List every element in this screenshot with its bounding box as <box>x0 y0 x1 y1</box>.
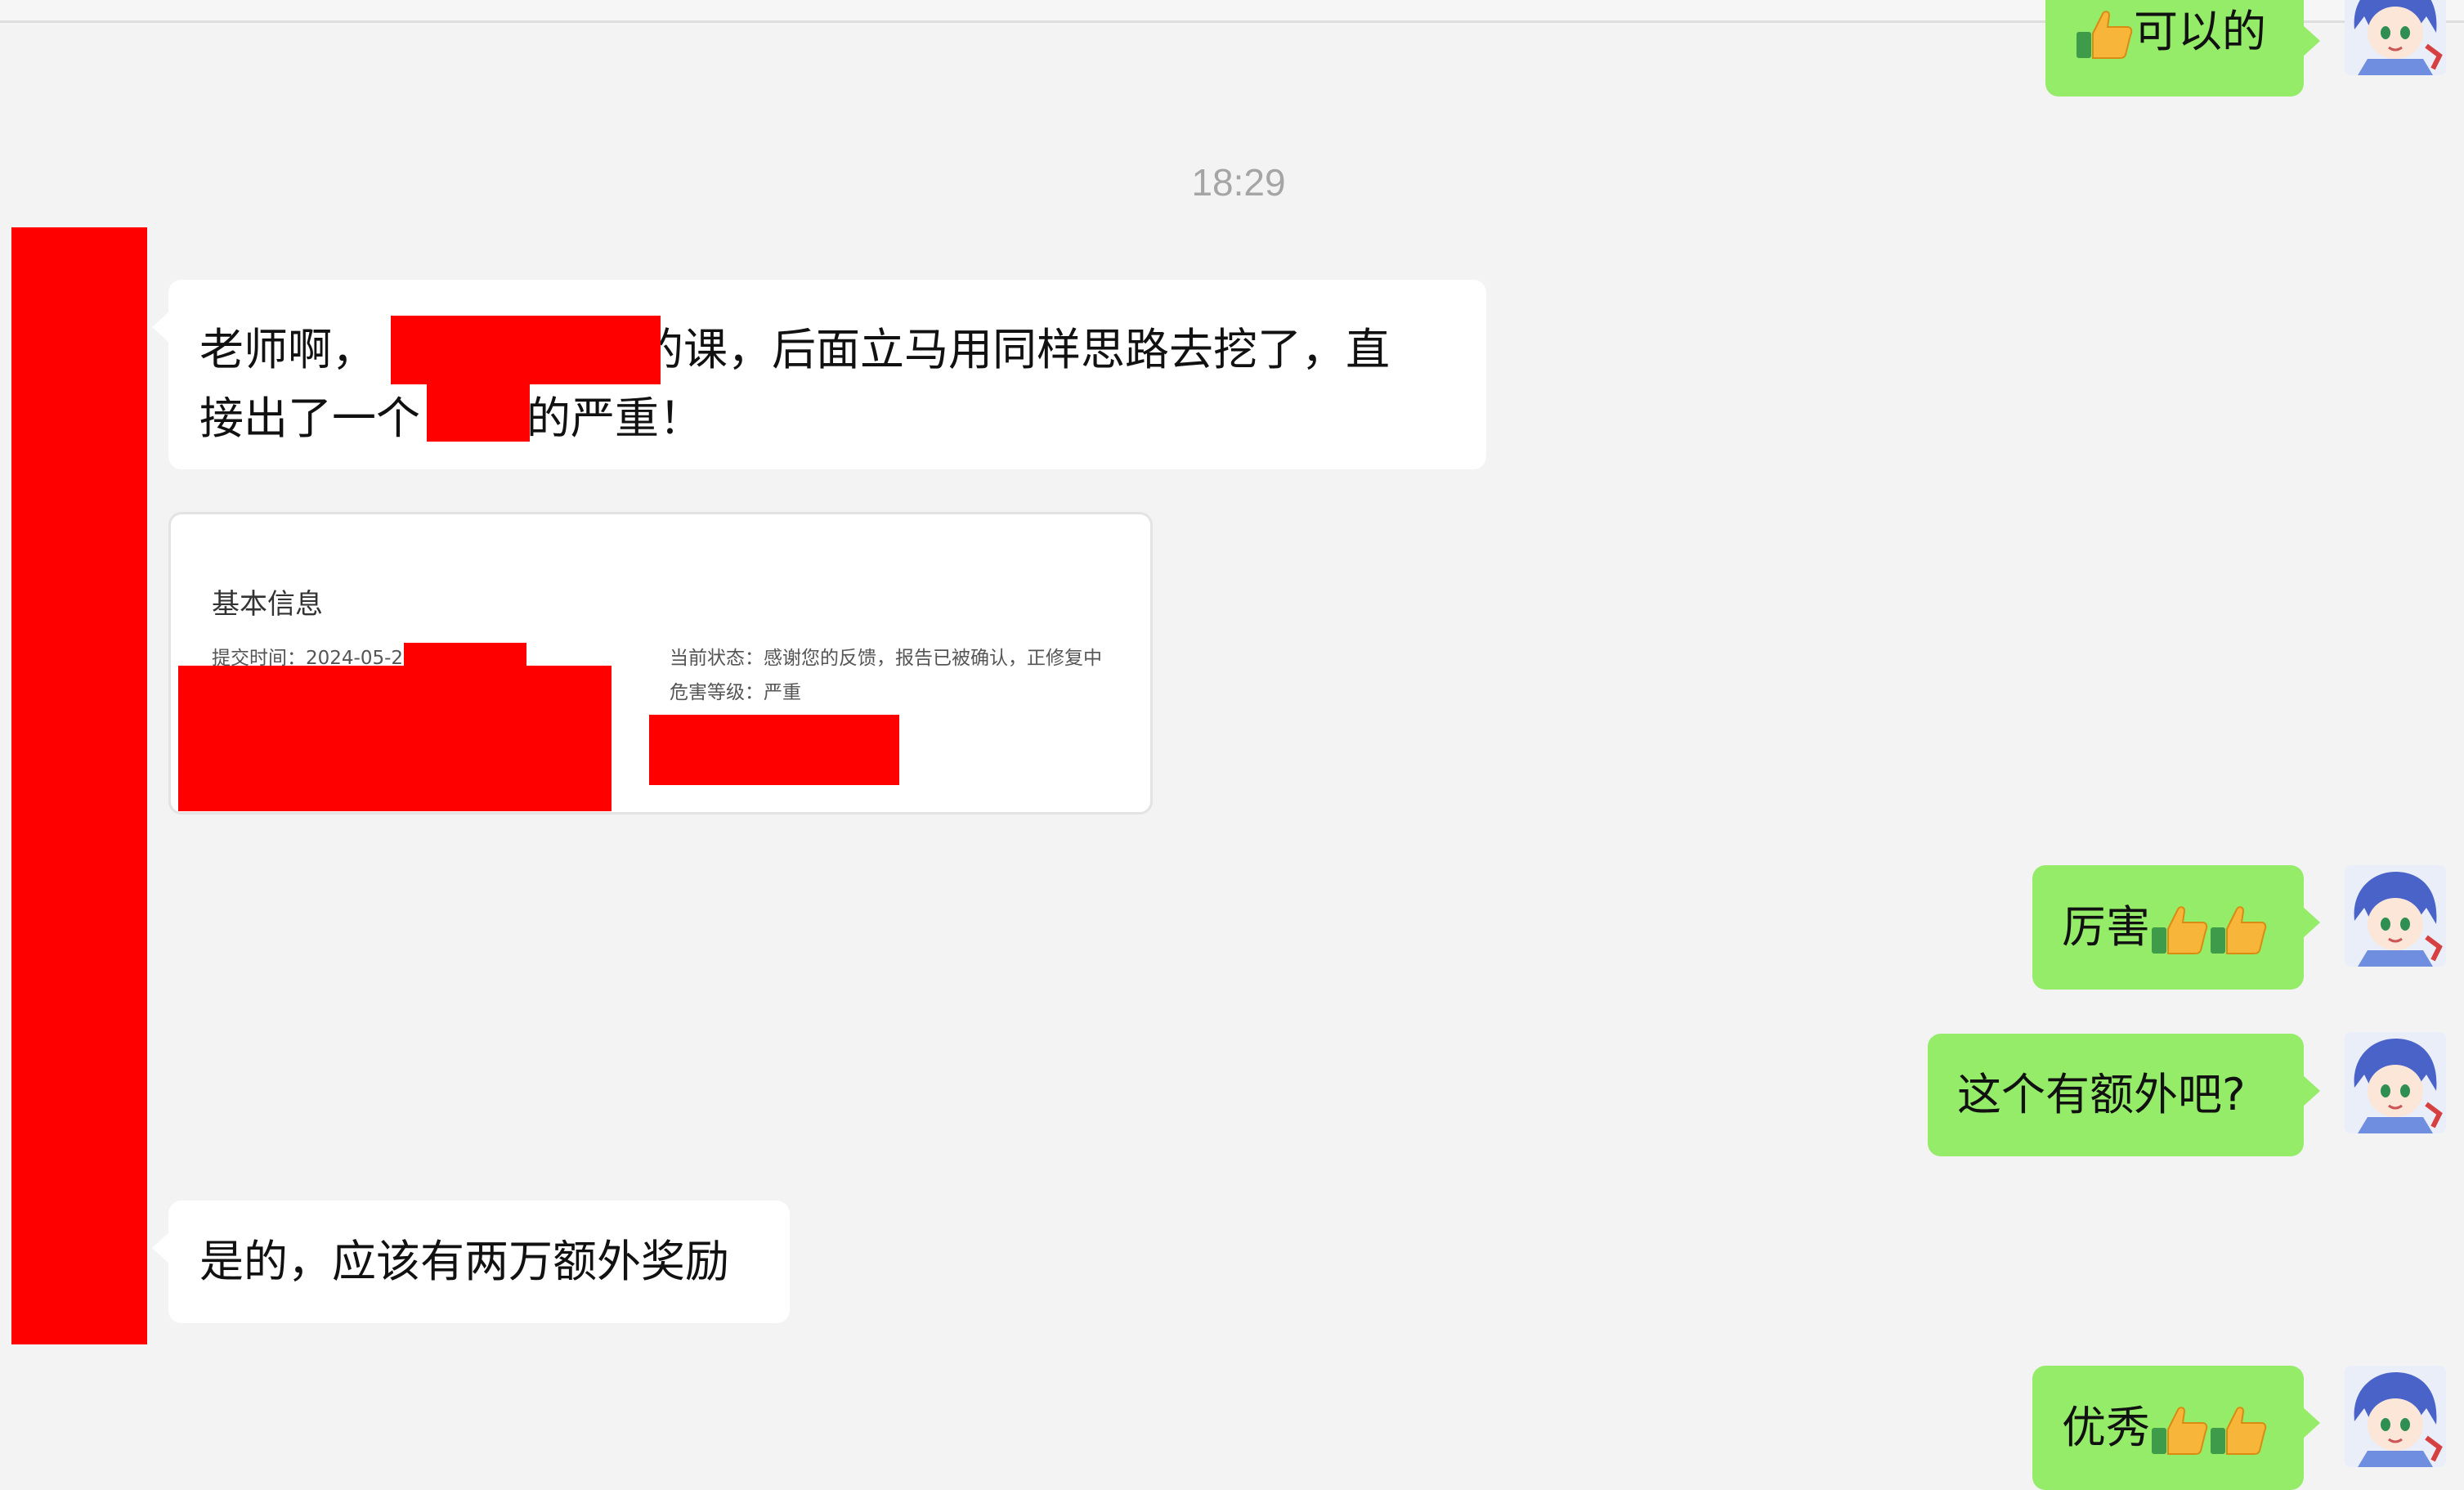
timestamp: 18:29 <box>1191 161 1286 204</box>
redacted-course-name <box>391 316 661 384</box>
message-bubble-outgoing[interactable]: 厉害 <box>2032 865 2320 990</box>
message-bubble-outgoing[interactable]: 这个有额外吧? <box>1928 1034 2320 1156</box>
message-text: 这个有额外吧? <box>1957 1069 2246 1120</box>
message-bubble-outgoing-partial[interactable]: 可以的 <box>2045 0 2320 96</box>
message-bubble-incoming[interactable]: 是的，应该有两万额外奖励 <box>152 1201 790 1323</box>
card-title: 基本信息 <box>212 588 323 621</box>
avatar-anime-girl-icon <box>2345 865 2446 967</box>
message-text: 可以的 <box>2134 6 2266 57</box>
redacted-card-right <box>649 715 899 785</box>
redacted-card-left <box>178 666 612 811</box>
avatar-anime-girl-icon <box>2345 0 2446 75</box>
self-avatar[interactable] <box>2345 865 2446 967</box>
avatar-anime-girl-icon <box>2345 1366 2446 1467</box>
message-text: 是的，应该有两万额外奖励 <box>199 1236 729 1287</box>
thumbs-up-icon <box>2209 1403 2268 1457</box>
thumbs-up-icon <box>2150 1403 2209 1457</box>
redacted-submit-time <box>404 643 526 667</box>
redacted-sender <box>11 227 147 1344</box>
redacted-vuln-type <box>427 378 530 442</box>
self-avatar[interactable] <box>2345 1032 2446 1133</box>
message-bubble-incoming[interactable]: 老师啊， 的课，后面立马用同样思路去挖了，直 接出了一个 的严重！ <box>152 280 1486 469</box>
thumbs-up-icon <box>2150 903 2209 957</box>
avatar-anime-girl-icon <box>2345 1032 2446 1133</box>
message-line-2: 接出了一个 的严重！ <box>199 393 703 444</box>
message-bubble-outgoing[interactable]: 优秀 <box>2032 1366 2320 1490</box>
message-text: 厉害 <box>2062 901 2150 953</box>
message-text: 优秀 <box>2062 1402 2150 1453</box>
thumbs-up-icon <box>2075 7 2134 61</box>
self-avatar-top[interactable] <box>2345 0 2446 75</box>
message-line-1: 老师啊， 的课，后面立马用同样思路去挖了，直 <box>199 324 1390 375</box>
status-field: 当前状态：感谢您的反馈，报告已被确认，正修复中 <box>670 648 1102 669</box>
thumbs-up-icon <box>2209 903 2268 957</box>
level-field: 危害等级：严重 <box>670 682 801 703</box>
self-avatar[interactable] <box>2345 1366 2446 1467</box>
